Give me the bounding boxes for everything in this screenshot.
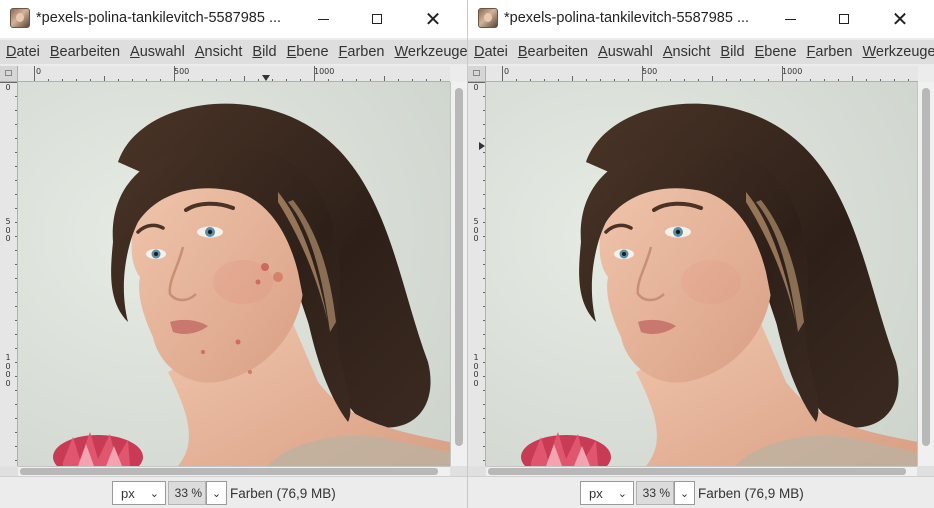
horizontal-ruler[interactable]: 0 500 1000 [18, 66, 450, 82]
zoom-field[interactable]: 33 % [168, 481, 206, 505]
image-canvas[interactable] [486, 82, 918, 466]
ruler-label: 500 [473, 217, 479, 243]
chevron-down-icon: ⌄ [617, 488, 627, 500]
zoom-field[interactable]: 33 % [636, 481, 674, 505]
menu-werkzeuge[interactable]: Werkzeuge [388, 44, 467, 60]
scroll-corner [468, 466, 486, 476]
vertical-scrollbar[interactable] [450, 82, 467, 466]
ruler-tick [0, 82, 17, 83]
window-title: *pexels-polina-tankilevitch-5587985 ... [504, 10, 750, 26]
minimize-icon[interactable] [776, 6, 804, 32]
ruler-label: 0 [5, 83, 11, 92]
maximize-icon[interactable] [363, 6, 391, 32]
menu-ansicht[interactable]: Ansicht [189, 44, 247, 60]
menu-datei[interactable]: Datei [0, 44, 44, 60]
portrait-image [18, 82, 450, 466]
navigate-icon[interactable] [917, 466, 934, 476]
vertical-ruler[interactable]: 0 500 1000 [468, 82, 486, 466]
menu-werkzeuge[interactable]: Werkzeuge [856, 44, 934, 60]
menu-datei[interactable]: Datei [468, 44, 512, 60]
canvas-area: 0 500 1000 0 500 1000 [468, 66, 934, 476]
pointer-marker [262, 75, 270, 81]
chevron-down-icon: ⌄ [149, 488, 159, 500]
image-canvas[interactable] [18, 82, 450, 466]
ruler-label: 1000 [473, 353, 479, 388]
chevron-down-icon[interactable]: ⌄ [674, 481, 695, 505]
menu-bild[interactable]: Bild [714, 44, 748, 60]
menu-auswahl[interactable]: Auswahl [124, 44, 189, 60]
horizontal-scrollbar[interactable] [18, 466, 450, 476]
ruler-label: 500 [5, 217, 11, 243]
menu-bar: Datei Bearbeiten Auswahl Ansicht Bild Eb… [0, 40, 467, 64]
close-icon[interactable]: ✕ [419, 6, 447, 32]
portrait-image [486, 82, 918, 466]
ruler-label: 0 [473, 83, 479, 92]
unit-select[interactable]: px ⌄ [580, 481, 634, 505]
menu-bearbeiten[interactable]: Bearbeiten [44, 44, 124, 60]
menu-bearbeiten[interactable]: Bearbeiten [512, 44, 592, 60]
ruler-label: 0 [36, 67, 42, 76]
menu-farben[interactable]: Farben [801, 44, 857, 60]
scroll-corner [0, 466, 18, 476]
status-text: Farben (76,9 MB) [698, 486, 804, 501]
ruler-label: 1000 [5, 353, 11, 388]
status-bar: px ⌄ 33 % ⌄ Farben (76,9 MB) [0, 476, 467, 508]
menu-auswahl[interactable]: Auswahl [592, 44, 657, 60]
minimize-icon[interactable] [309, 6, 337, 32]
image-window-before: *pexels-polina-tankilevitch-5587985 ... … [0, 0, 467, 508]
ruler-tick [502, 66, 503, 81]
vertical-ruler[interactable]: 0 500 1000 [0, 82, 18, 466]
image-window-after: *pexels-polina-tankilevitch-5587985 ... … [467, 0, 934, 508]
maximize-icon[interactable] [830, 6, 858, 32]
navigate-icon[interactable] [450, 466, 467, 476]
gimp-image-icon [478, 8, 498, 28]
close-icon[interactable]: ✕ [886, 6, 914, 32]
ruler-tick [174, 66, 175, 81]
window-title: *pexels-polina-tankilevitch-5587985 ... [36, 10, 282, 26]
menu-ebene[interactable]: Ebene [281, 44, 333, 60]
gimp-image-icon [10, 8, 30, 28]
horizontal-ruler[interactable]: 0 500 1000 [486, 66, 918, 82]
quick-mask-toggle[interactable] [0, 66, 18, 82]
title-bar[interactable]: *pexels-polina-tankilevitch-5587985 ... … [468, 0, 934, 38]
ruler-tick [782, 66, 783, 81]
menu-bar: Datei Bearbeiten Auswahl Ansicht Bild Eb… [468, 40, 934, 64]
unit-value: px [121, 485, 135, 501]
ruler-label: 500 [174, 67, 190, 76]
menu-bild[interactable]: Bild [246, 44, 280, 60]
status-bar: px ⌄ 33 % ⌄ Farben (76,9 MB) [468, 476, 934, 508]
ruler-tick [314, 66, 315, 81]
ruler-label: 0 [504, 67, 510, 76]
status-text: Farben (76,9 MB) [230, 486, 336, 501]
menu-farben[interactable]: Farben [333, 44, 389, 60]
menu-ebene[interactable]: Ebene [749, 44, 801, 60]
ruler-label: 500 [642, 67, 658, 76]
vertical-scrollbar[interactable] [917, 82, 934, 466]
unit-value: px [589, 485, 603, 501]
quick-mask-toggle[interactable] [468, 66, 486, 82]
canvas-area: 0 500 1000 0 500 1000 [0, 66, 467, 476]
horizontal-scrollbar[interactable] [486, 466, 918, 476]
unit-select[interactable]: px ⌄ [112, 481, 166, 505]
ruler-label: 1000 [782, 67, 803, 76]
ruler-tick [642, 66, 643, 81]
ruler-label: 1000 [314, 67, 335, 76]
ruler-tick [468, 82, 485, 83]
menu-ansicht[interactable]: Ansicht [657, 44, 715, 60]
chevron-down-icon[interactable]: ⌄ [206, 481, 227, 505]
ruler-tick [34, 66, 35, 81]
pointer-marker [479, 142, 485, 150]
title-bar[interactable]: *pexels-polina-tankilevitch-5587985 ... … [0, 0, 467, 38]
